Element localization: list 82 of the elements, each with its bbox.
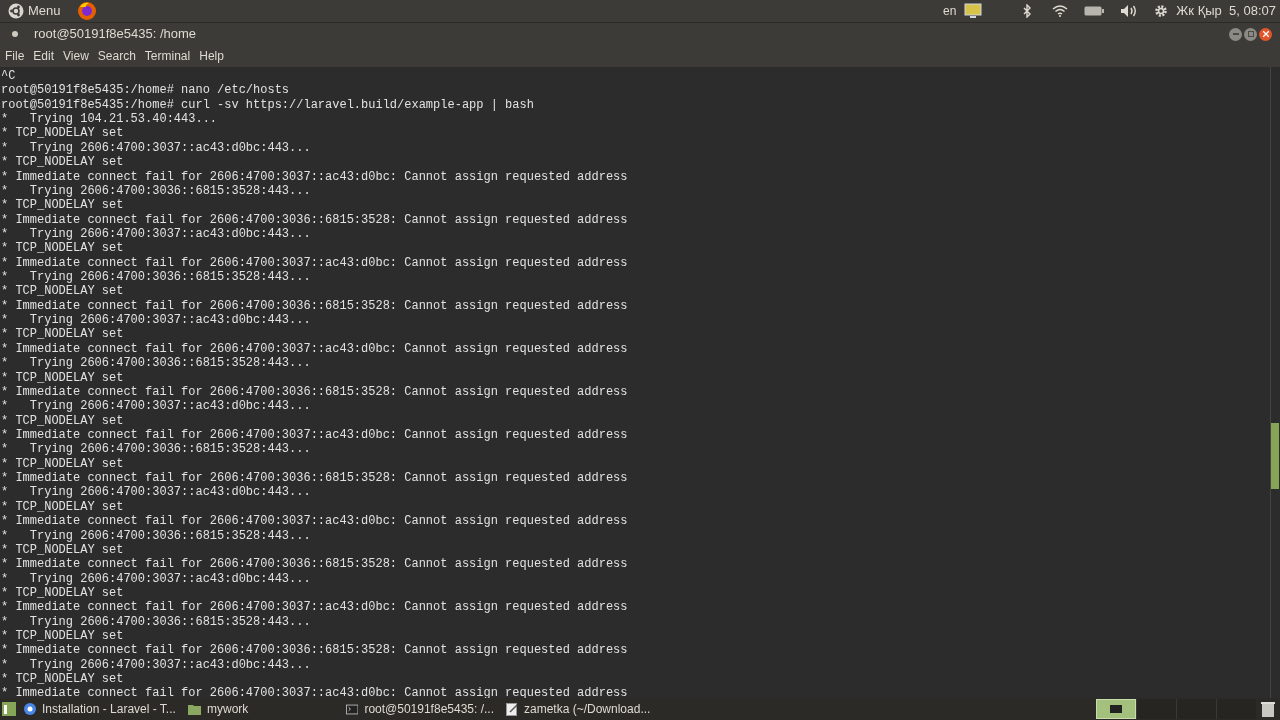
close-button[interactable] <box>1259 27 1272 41</box>
taskbar-item[interactable]: root@50191f8e5435: /... <box>340 698 500 720</box>
terminal-line: * TCP_NODELAY set <box>1 413 125 428</box>
terminal-line: * Trying 2606:4700:3036::6815:3528:443... <box>1 442 312 457</box>
terminal-line: * Immediate connect fail for 2606:4700:3036::6815:3528: Cannot assign requested address <box>1 643 629 658</box>
terminal-line: * TCP_NODELAY set <box>1 198 125 213</box>
terminal-line: * Trying 2606:4700:3036::6815:3528:443... <box>1 528 312 543</box>
terminal-line: * TCP_NODELAY set <box>1 542 125 558</box>
terminal-line: * TCP_NODELAY set <box>1 456 125 472</box>
taskbar-item[interactable]: Installation - Laravel - T... <box>18 698 182 720</box>
terminal-line: * Trying 2606:4700:3037::ac43:d0bc:443... <box>1 657 312 673</box>
terminal-line: * Immediate connect fail for 2606:4700:3037::ac43:d0bc: Cannot assign requested address <box>1 600 629 615</box>
terminal-line: * TCP_NODELAY set <box>1 370 125 385</box>
terminal-line: * Trying 2606:4700:3036::6815:3528:443... <box>1 356 312 371</box>
settings-icon[interactable] <box>1154 4 1169 18</box>
maximize-icon <box>1247 31 1254 37</box>
keyboard-layout[interactable]: en <box>942 2 957 20</box>
menu-button[interactable]: Menu <box>4 1 65 21</box>
terminal-line: * Immediate connect fail for 2606:4700:3037::ac43:d0bc: Cannot assign requested address <box>1 255 629 271</box>
minimize-icon <box>1232 33 1239 35</box>
terminal-line: * Trying 2606:4700:3037::ac43:d0bc:443... <box>1 571 312 586</box>
window-icon <box>1110 705 1122 713</box>
terminal-line: * Immediate connect fail for 2606:4700:3036::6815:3528: Cannot assign requested address <box>1 384 629 400</box>
terminal-line: * Trying 2606:4700:3036::6815:3528:443... <box>1 183 312 199</box>
notepad-icon <box>506 702 518 716</box>
terminal-line: root@50191f8e5435:/home# curl -sv https://laravel.build/example-app | bash <box>1 97 535 113</box>
terminal-line: * Trying 2606:4700:3036::6815:3528:443... <box>1 614 312 629</box>
window-title: root@50191f8e5435: /home <box>34 25 197 44</box>
menu-item[interactable]: View <box>63 47 89 65</box>
menu-item[interactable]: Search <box>97 47 136 65</box>
terminal-line: * Immediate connect fail for 2606:4700:3036::6815:3528: Cannot assign requested address <box>1 471 629 486</box>
terminal-line: * Trying 2606:4700:3037::ac43:d0bc:443... <box>1 140 312 156</box>
terminal-line: * Trying 2606:4700:3037::ac43:d0bc:443... <box>1 313 312 328</box>
monitor-icon[interactable] <box>964 3 983 19</box>
terminal-line: * Immediate connect fail for 2606:4700:3037::ac43:d0bc: Cannot assign requested address <box>1 341 629 357</box>
terminal-line: * TCP_NODELAY set <box>1 499 125 515</box>
minimize-button[interactable] <box>1229 27 1242 41</box>
show-desktop-icon[interactable] <box>2 702 16 716</box>
bluetooth-icon[interactable] <box>1022 4 1033 18</box>
terminal-line: * TCP_NODELAY set <box>1 585 125 601</box>
taskbar-item[interactable]: mywork <box>182 698 340 720</box>
terminal-line: * TCP_NODELAY set <box>1 284 125 299</box>
terminal-line: * Trying 104.21.53.40:443... <box>1 112 219 127</box>
menu-item[interactable]: Terminal <box>144 47 191 65</box>
terminal-line: * Trying 2606:4700:3036::6815:3528:443... <box>1 270 312 285</box>
battery-icon[interactable] <box>1084 6 1105 16</box>
logo-icon <box>8 3 24 19</box>
terminal-line: * Trying 2606:4700:3037::ac43:d0bc:443... <box>1 226 312 242</box>
terminal-icon <box>346 703 359 715</box>
terminal-line: * TCP_NODELAY set <box>1 126 125 141</box>
terminal-line: * TCP_NODELAY set <box>1 629 125 644</box>
terminal-line: * TCP_NODELAY set <box>1 327 125 342</box>
terminal-line: * TCP_NODELAY set <box>1 241 125 256</box>
scrollbar-thumb[interactable] <box>1271 423 1279 489</box>
volume-icon[interactable] <box>1120 4 1139 18</box>
terminal-line: * Immediate connect fail for 2606:4700:3037::ac43:d0bc: Cannot assign requested address <box>1 169 629 184</box>
terminal-line: * Immediate connect fail for 2606:4700:3037::ac43:d0bc: Cannot assign requested address <box>1 514 629 529</box>
scrollbar[interactable] <box>1270 67 1280 698</box>
terminal-line: * Trying 2606:4700:3037::ac43:d0bc:443... <box>1 485 312 500</box>
terminal-line: * Immediate connect fail for 2606:4700:3036::6815:3528: Cannot assign requested address <box>1 212 629 227</box>
browser-icon[interactable] <box>76 1 97 21</box>
terminal-line: * TCP_NODELAY set <box>1 672 125 687</box>
workspace-switcher[interactable] <box>1136 699 1176 719</box>
taskbar-item[interactable]: zametka (~/Download... <box>500 698 660 720</box>
browser-icon <box>24 703 36 715</box>
dot-icon <box>12 31 18 37</box>
terminal-line: * Immediate connect fail for 2606:4700:3036::6815:3528: Cannot assign requested address <box>1 557 629 572</box>
folder-icon <box>188 703 201 715</box>
close-icon <box>1262 31 1269 37</box>
terminal-line: ^C <box>1 69 17 84</box>
menu-item[interactable]: File <box>5 47 25 65</box>
menu-item[interactable]: Edit <box>33 47 55 65</box>
terminal-line: * Trying 2606:4700:3037::ac43:d0bc:443... <box>1 399 312 414</box>
clock[interactable]: Жк Қыр 5, 08:07 <box>1176 1 1276 21</box>
menu-item[interactable]: Help <box>199 47 224 65</box>
terminal-line: * Immediate connect fail for 2606:4700:3037::ac43:d0bc: Cannot assign requested address <box>1 428 629 443</box>
terminal-line: * Immediate connect fail for 2606:4700:3037::ac43:d0bc: Cannot assign requested address <box>1 686 629 698</box>
trash-icon[interactable] <box>1261 701 1275 717</box>
terminal-line: * Immediate connect fail for 2606:4700:3036::6815:3528: Cannot assign requested address <box>1 298 629 314</box>
terminal-line: root@50191f8e5435:/home# nano /etc/hosts <box>1 83 291 98</box>
terminal-line: * TCP_NODELAY set <box>1 155 125 170</box>
wifi-icon[interactable] <box>1052 5 1069 17</box>
